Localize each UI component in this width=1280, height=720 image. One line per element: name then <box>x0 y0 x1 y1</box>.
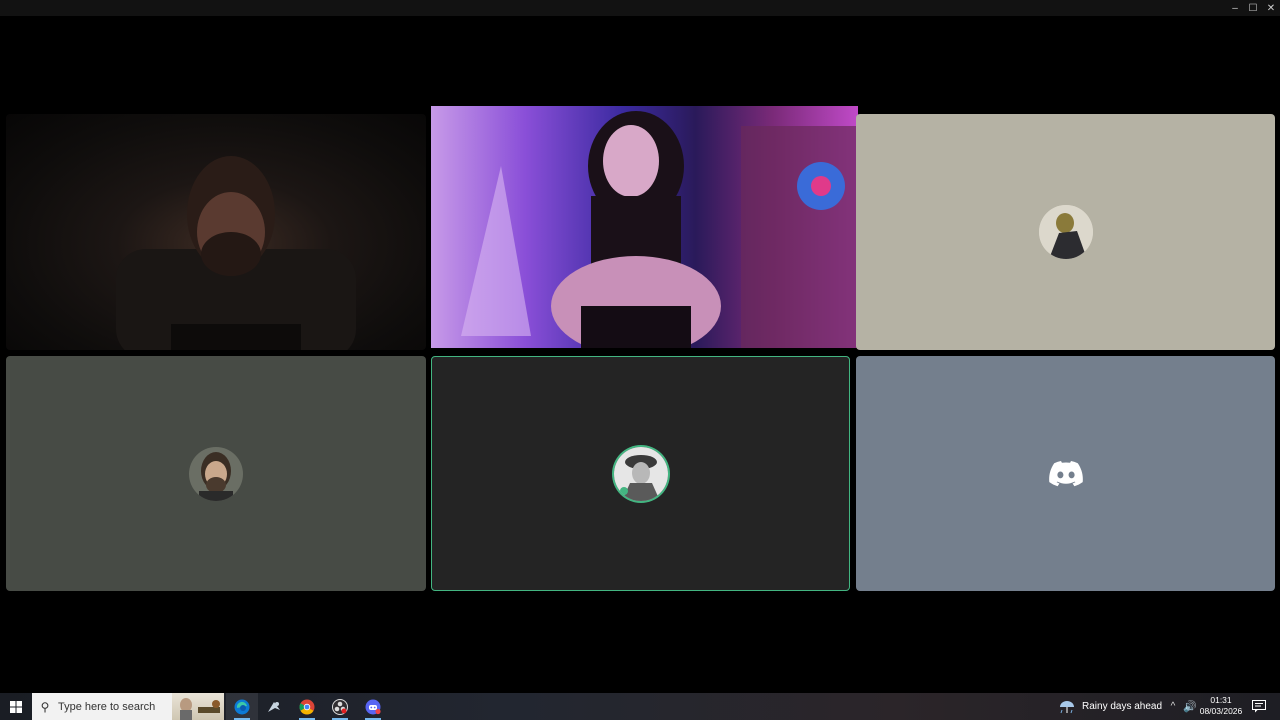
edge-taskbar-button[interactable] <box>226 693 258 720</box>
search-input[interactable]: ⚲ Type here to search <box>32 693 224 720</box>
edge-icon <box>234 699 250 714</box>
weather-widget[interactable]: Rainy days ahead <box>1058 693 1162 720</box>
obs-taskbar-button[interactable] <box>324 693 356 720</box>
bearded-man-avatar <box>189 446 243 501</box>
chrome-icon <box>299 699 315 714</box>
title-bar: – ☐ ✕ <box>0 0 1280 16</box>
clock-date: 08/03/2026 <box>1199 706 1243 716</box>
participant-avatar-tile-5-speaking[interactable] <box>431 356 850 591</box>
discord-logo-icon <box>1039 447 1093 501</box>
discord-taskbar-button[interactable] <box>357 693 389 720</box>
windows-start-button[interactable] <box>0 693 32 720</box>
maximize-button[interactable]: ☐ <box>1244 0 1262 16</box>
umbrella-rain-icon <box>1060 700 1074 713</box>
figure-portrait-avatar <box>1038 205 1093 259</box>
steam-icon <box>268 701 280 712</box>
participant-avatar-tile-4[interactable] <box>6 356 426 591</box>
search-highlight-illustration <box>172 693 224 720</box>
participant-avatar-tile-6[interactable] <box>856 356 1275 591</box>
participant-avatar-tile-3[interactable] <box>856 114 1275 350</box>
taskbar: ⚲ Type here to search Rainy days ahead ^… <box>0 693 1280 720</box>
discord-icon <box>365 699 381 714</box>
close-button[interactable]: ✕ <box>1262 0 1280 16</box>
search-icon: ⚲ <box>40 699 50 714</box>
clock[interactable]: 01:31 08/03/2026 <box>1198 695 1244 719</box>
obs-icon <box>332 698 348 715</box>
show-hidden-icons-chevron-icon[interactable]: ^ <box>1166 693 1180 720</box>
notifications-button[interactable] <box>1248 693 1270 720</box>
windows-logo-icon <box>10 700 22 713</box>
participant-video-tile-2[interactable] <box>431 106 858 348</box>
camera-feed-2 <box>461 111 858 348</box>
chrome-taskbar-button[interactable] <box>291 693 323 720</box>
steam-taskbar-button[interactable] <box>258 693 290 720</box>
notification-icon <box>1252 700 1266 713</box>
officer-cap-avatar <box>613 446 668 501</box>
minimize-button[interactable]: – <box>1226 0 1244 16</box>
participant-video-tile-1[interactable] <box>6 114 426 350</box>
call-window: – ☐ ✕ <box>0 0 1280 693</box>
camera-feed-1 <box>116 156 356 350</box>
clock-time: 01:31 <box>1210 695 1232 705</box>
volume-icon[interactable]: 🔊 <box>1182 693 1198 720</box>
search-placeholder: Type here to search <box>58 700 156 713</box>
weather-text: Rainy days ahead <box>1082 701 1163 712</box>
